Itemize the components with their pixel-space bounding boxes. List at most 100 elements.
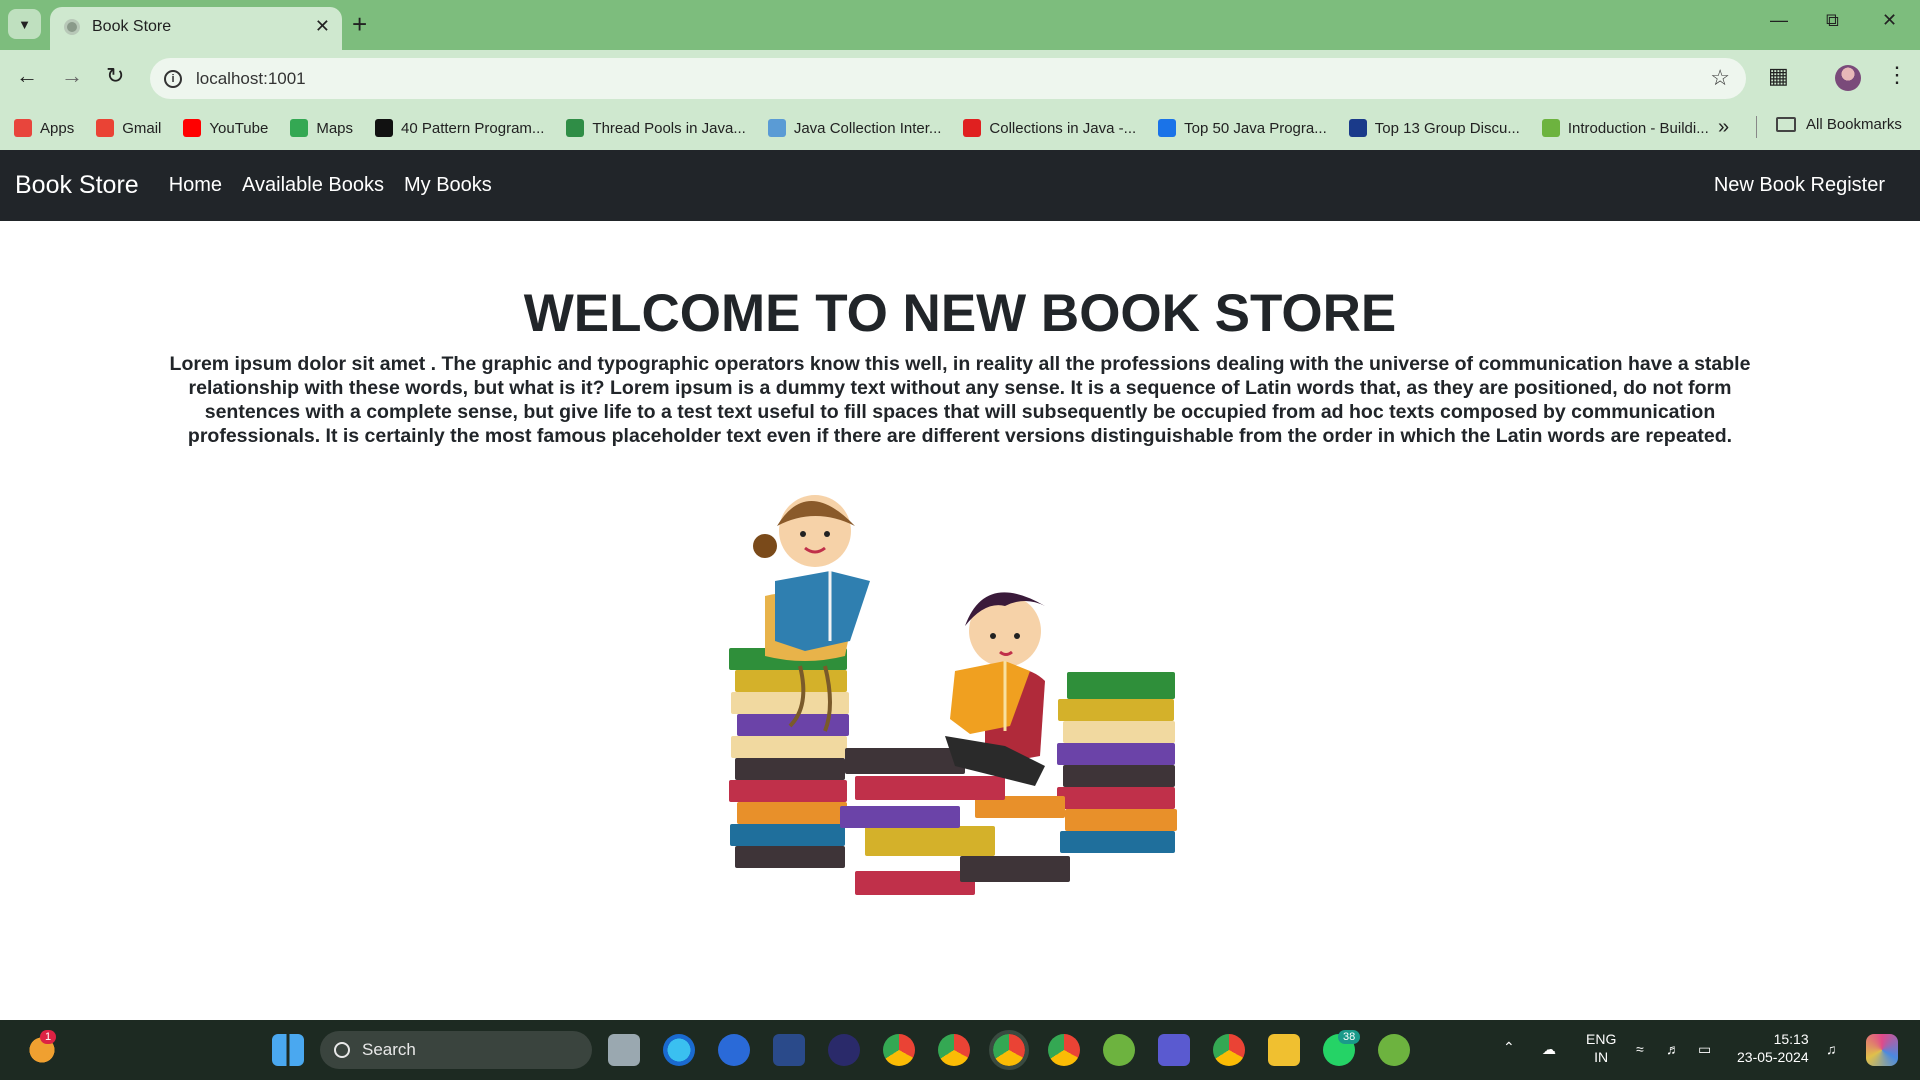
bookmark-item[interactable]: Maps (290, 119, 353, 137)
tab-search-button[interactable]: ▼ (8, 9, 41, 39)
battery-icon[interactable]: ▭ (1698, 1040, 1711, 1058)
boy-figure (945, 592, 1045, 786)
media-player-icon[interactable] (718, 1034, 750, 1066)
bookmarks-bar: Apps Gmail YouTube Maps 40 Pattern Program..… (0, 106, 1920, 150)
profile-avatar[interactable] (1835, 65, 1861, 91)
bookmark-label: Maps (316, 119, 354, 137)
chevron-down-icon: ▼ (18, 16, 31, 32)
j-logo-icon (375, 119, 394, 137)
windows-start-icon[interactable] (272, 1034, 304, 1066)
site-info-icon[interactable]: i (164, 69, 182, 88)
intro-paragraph: Lorem ipsum dolor sit amet . The graphic… (169, 353, 1751, 447)
nav-link-available-books[interactable]: Available Books (242, 174, 384, 197)
bookmark-item[interactable]: Thread Pools in Java... (566, 119, 746, 137)
bookmark-item[interactable]: Java Collection Inter... (767, 119, 942, 137)
file-explorer-icon[interactable] (1268, 1034, 1300, 1066)
language-indicator[interactable]: ENG IN (1586, 1030, 1616, 1066)
chrome-icon[interactable] (1213, 1034, 1245, 1066)
eclipse-icon[interactable] (828, 1034, 860, 1066)
new-tab-button[interactable]: + (352, 11, 367, 37)
show-hidden-icons-chevron-icon[interactable]: ⌃ (1503, 1038, 1515, 1056)
bookmark-item[interactable]: YouTube (183, 119, 268, 137)
bookmark-label: Collections in Java -... (989, 119, 1137, 137)
search-icon (334, 1042, 350, 1058)
sql-tool-icon[interactable] (773, 1034, 805, 1066)
url-text: localhost:1001 (196, 68, 306, 88)
more-bookmarks-icon[interactable]: » (1718, 116, 1729, 139)
main-content: WELCOME TO NEW BOOK STORE Lorem ipsum do… (0, 221, 1920, 1020)
browser-toolbar: ← → ↻ i localhost:1001 ☆ ▦ ⋮ (0, 50, 1920, 106)
bookmark-item[interactable]: Top 13 Group Discu... (1348, 119, 1520, 137)
bookmark-label: Java Collection Inter... (793, 119, 942, 137)
apps-grid-icon (14, 119, 32, 137)
all-bookmarks-label: All Bookmarks (1806, 116, 1902, 133)
maps-pin-icon (290, 119, 309, 137)
teams-icon[interactable] (1158, 1034, 1190, 1066)
chrome-icon[interactable] (1048, 1034, 1080, 1066)
extensions-puzzle-icon[interactable]: ▦ (1768, 63, 1789, 89)
notification-badge: 1 (40, 1030, 57, 1044)
slash-logo-icon (1348, 119, 1367, 137)
bookmark-item[interactable]: Introduction - Buildi... (1541, 119, 1709, 137)
nav-link-my-books[interactable]: My Books (404, 174, 492, 197)
forward-arrow-icon[interactable]: → (61, 63, 83, 89)
bookmark-item[interactable]: 40 Pattern Program... (375, 119, 544, 137)
bookmark-item[interactable]: Top 50 Java Progra... (1158, 119, 1327, 137)
right-book-stack (1057, 672, 1177, 853)
bookmark-star-icon[interactable]: ☆ (1710, 65, 1730, 91)
bookmark-item[interactable]: Gmail (96, 119, 161, 137)
bookmark-item[interactable]: Apps (14, 119, 74, 137)
tab-title: Book Store (92, 17, 172, 35)
gmail-icon (96, 119, 115, 137)
bookmark-label: Top 13 Group Discu... (1374, 119, 1520, 137)
reload-icon[interactable]: ↻ (106, 63, 124, 89)
youtube-icon (183, 119, 202, 137)
restore-button[interactable]: ⧉ (1826, 10, 1839, 31)
chrome-icon[interactable] (938, 1034, 970, 1066)
notification-bell-icon[interactable]: ♫ (1826, 1040, 1837, 1058)
bookmark-label: Apps (40, 119, 75, 137)
copilot-icon[interactable] (1866, 1034, 1898, 1066)
clock-date: 23-05-2024 (1737, 1049, 1809, 1065)
onedrive-icon[interactable]: ☁ (1542, 1040, 1556, 1058)
leaf-app-icon[interactable] (1378, 1034, 1410, 1066)
left-book-stack (729, 648, 849, 868)
volume-icon[interactable]: ♬ (1666, 1040, 1680, 1058)
javatpoint-icon (767, 119, 786, 137)
bookmark-label: Introduction - Buildi... (1567, 119, 1709, 137)
language-label: ENG (1586, 1031, 1617, 1047)
nav-link-home[interactable]: Home (169, 174, 222, 197)
task-view-icon[interactable] (608, 1034, 640, 1066)
address-bar[interactable]: i localhost:1001 ☆ (150, 58, 1746, 99)
kebab-menu-icon[interactable]: ⋮ (1886, 62, 1908, 88)
spring-leaf-icon (1541, 119, 1560, 137)
chrome-icon[interactable] (883, 1034, 915, 1066)
taskbar-search-box[interactable]: Search (320, 1031, 592, 1069)
whatsapp-badge: 38 (1338, 1030, 1361, 1044)
close-tab-icon[interactable]: ✕ (315, 16, 330, 37)
minimize-button[interactable]: — (1770, 10, 1788, 31)
back-arrow-icon[interactable]: ← (16, 63, 38, 89)
tab-favicon-icon (64, 18, 80, 35)
chrome-active-icon[interactable] (989, 1030, 1029, 1070)
bookmark-label: Gmail (122, 119, 162, 137)
wifi-icon[interactable]: ≈ (1636, 1040, 1644, 1058)
folder-icon (1776, 117, 1796, 132)
kids-reading-books-illustration (729, 495, 1177, 895)
all-bookmarks-button[interactable]: All Bookmarks (1776, 116, 1902, 133)
brand-link[interactable]: Book Store (15, 171, 139, 200)
region-label: IN (1594, 1049, 1609, 1065)
clock[interactable]: 15:13 23-05-2024 (1737, 1030, 1809, 1066)
bookmark-label: YouTube (209, 119, 269, 137)
tab-strip: ▼ Book Store ✕ + — ⧉ ✕ (0, 0, 1920, 50)
active-tab[interactable]: Book Store ✕ (50, 7, 342, 50)
bookmarks-divider (1756, 116, 1757, 138)
close-window-button[interactable]: ✕ (1882, 10, 1897, 31)
nav-link-new-book-register[interactable]: New Book Register (1714, 174, 1885, 197)
bookmark-label: Thread Pools in Java... (592, 119, 746, 137)
edge-browser-icon[interactable] (663, 1034, 695, 1066)
clock-time: 15:13 (1773, 1031, 1809, 1047)
spring-tool-icon[interactable] (1103, 1034, 1135, 1066)
bookmark-item[interactable]: Collections in Java -... (963, 119, 1136, 137)
site-navbar: Book Store Home Available Books My Books… (0, 150, 1920, 221)
